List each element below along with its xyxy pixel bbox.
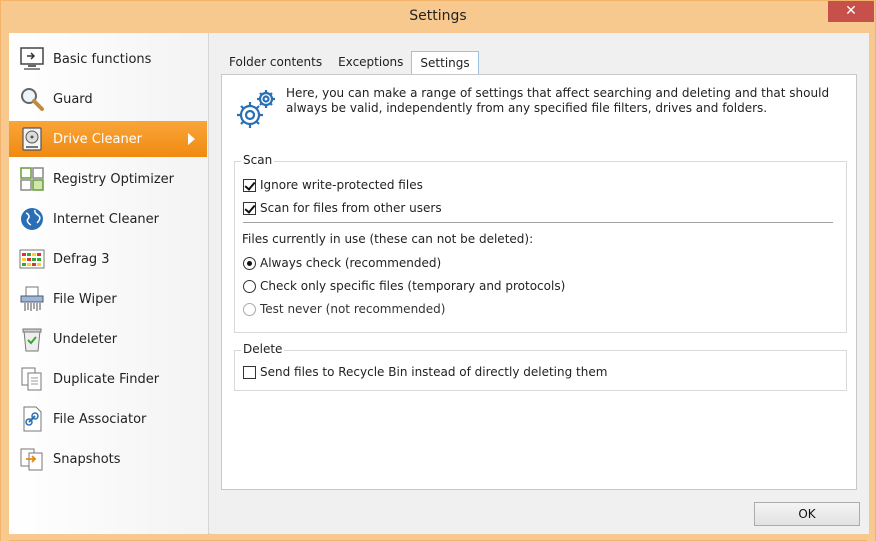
defrag-icon [17, 244, 47, 274]
title-bar[interactable]: Settings ✕ [1, 1, 875, 33]
intro-text: Here, you can make a range of settings t… [286, 86, 830, 115]
sidebar-item-label: Defrag 3 [53, 251, 110, 267]
registry-icon [17, 164, 47, 194]
magnifier-icon [17, 84, 47, 114]
delete-group-title: Delete [241, 342, 285, 356]
sidebar-item-basic-functions[interactable]: Basic functions [9, 41, 207, 77]
checkbox-box[interactable] [243, 178, 256, 192]
sidebar-item-label: Guard [53, 91, 93, 107]
ignore-write-protected-checkbox[interactable]: Ignore write-protected files [243, 178, 423, 192]
close-button[interactable]: ✕ [828, 1, 874, 22]
window-frame-left [1, 33, 9, 541]
sidebar: Basic functions Guard Drive Cleaner Regi… [9, 33, 209, 534]
shredder-icon [17, 284, 47, 314]
sidebar-item-drive-cleaner[interactable]: Drive Cleaner [9, 121, 207, 157]
sidebar-item-guard[interactable]: Guard [9, 81, 207, 117]
separator [243, 222, 833, 223]
radio-label: Check only specific files (temporary and… [260, 279, 566, 293]
sidebar-item-label: Undeleter [53, 331, 118, 347]
sidebar-item-file-wiper[interactable]: File Wiper [9, 281, 207, 317]
content-area: Folder contents Exceptions Settings Here… [210, 33, 869, 534]
checkbox-label: Send files to Recycle Bin instead of dir… [260, 365, 608, 379]
tab-bar: Folder contents Exceptions Settings [221, 51, 479, 74]
files-in-use-label: Files currently in use (these can not be… [242, 232, 533, 246]
checkbox-box[interactable] [243, 365, 256, 379]
sidebar-item-label: File Associator [53, 411, 147, 427]
link-file-icon [17, 404, 47, 434]
sidebar-item-internet-cleaner[interactable]: Internet Cleaner [9, 201, 207, 237]
sidebar-item-label: Internet Cleaner [53, 211, 159, 227]
sidebar-item-registry-optimizer[interactable]: Registry Optimizer [9, 161, 207, 197]
sidebar-item-snapshots[interactable]: Snapshots [9, 441, 207, 477]
ok-button[interactable]: OK [754, 502, 860, 526]
tab-folder-contents[interactable]: Folder contents [221, 51, 330, 74]
sidebar-item-label: Snapshots [53, 451, 121, 467]
drive-icon [17, 124, 47, 154]
sidebar-item-defrag[interactable]: Defrag 3 [9, 241, 207, 277]
tab-settings[interactable]: Settings [411, 51, 479, 74]
settings-panel: Here, you can make a range of settings t… [221, 74, 857, 490]
scan-group: Scan Ignore write-protected files Scan f… [234, 153, 847, 333]
gears-icon [234, 85, 278, 133]
sidebar-item-duplicate-finder[interactable]: Duplicate Finder [9, 361, 207, 397]
radio-test-never[interactable]: Test never (not recommended) [243, 302, 445, 316]
sidebar-item-label: Duplicate Finder [53, 371, 160, 387]
radio-button[interactable] [243, 279, 256, 293]
sidebar-item-label: Basic functions [53, 51, 152, 67]
sidebar-item-label: Registry Optimizer [53, 171, 174, 187]
recycle-bin-icon [17, 324, 47, 354]
recycle-bin-checkbox[interactable]: Send files to Recycle Bin instead of dir… [243, 365, 607, 379]
checkbox-label: Scan for files from other users [260, 201, 442, 215]
checkbox-label: Ignore write-protected files [260, 178, 423, 192]
sidebar-item-file-associator[interactable]: File Associator [9, 401, 207, 437]
radio-button[interactable] [243, 256, 256, 270]
duplicate-icon [17, 364, 47, 394]
sidebar-item-label: File Wiper [53, 291, 117, 307]
tab-exceptions[interactable]: Exceptions [330, 51, 411, 74]
delete-group: Delete Send files to Recycle Bin instead… [234, 342, 847, 391]
globe-icon [17, 204, 47, 234]
files-in-use-text: Files currently in use (these can not be… [242, 232, 534, 246]
radio-label: Test never (not recommended) [260, 302, 446, 316]
window-title: Settings [409, 8, 467, 24]
radio-check-specific[interactable]: Check only specific files (temporary and… [243, 279, 565, 293]
sidebar-item-label: Drive Cleaner [53, 131, 143, 147]
monitor-icon [17, 44, 47, 74]
settings-window: Settings ✕ Basic functions Guard Drive C… [0, 0, 876, 541]
radio-button[interactable] [243, 302, 256, 316]
checkbox-box[interactable] [243, 201, 256, 215]
radio-always-check[interactable]: Always check (recommended) [243, 256, 441, 270]
snapshot-icon [17, 444, 47, 474]
sidebar-item-undeleter[interactable]: Undeleter [9, 321, 207, 357]
scan-other-users-checkbox[interactable]: Scan for files from other users [243, 201, 442, 215]
radio-label: Always check (recommended) [260, 256, 442, 270]
chevron-right-icon [188, 133, 195, 145]
scan-group-title: Scan [241, 153, 275, 167]
window-frame-bottom [1, 533, 875, 540]
